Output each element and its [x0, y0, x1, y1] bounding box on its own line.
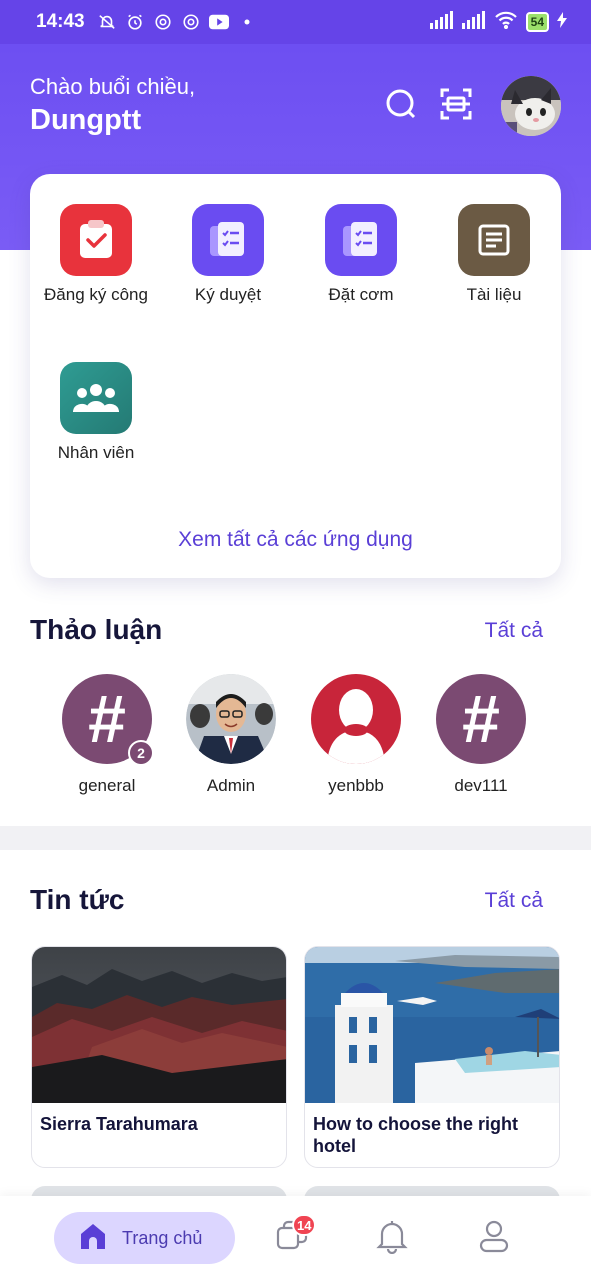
document-icon	[458, 204, 530, 276]
profile-icon	[476, 1218, 512, 1259]
news-item-title: How to choose the right hotel	[313, 1114, 518, 1156]
news-image	[305, 947, 559, 1103]
discussion-item-dev111[interactable]: # dev111	[431, 674, 531, 796]
privacy-icon	[181, 12, 201, 32]
status-time: 14:43	[36, 11, 85, 32]
news-card[interactable]: How to choose the right hotel	[304, 946, 560, 1168]
hashtag-icon: # 2	[62, 674, 154, 766]
home-icon	[78, 1221, 108, 1256]
scan-button[interactable]	[436, 86, 476, 126]
apps-card: Đăng ký công Ký duyệt Đặt cơm Tài liệu N…	[30, 174, 561, 578]
view-all-apps-link[interactable]: Xem tất cả các ứng dụng	[30, 528, 561, 552]
app-ky-duyet[interactable]: Ký duyệt	[162, 204, 294, 305]
username: Dungptt	[30, 104, 142, 136]
alarm-icon	[125, 12, 145, 32]
news-title: Tin tức	[30, 884, 125, 915]
app-dang-ky-cong[interactable]: Đăng ký công	[30, 204, 162, 305]
dot-icon	[237, 12, 257, 32]
app-label: Đặt cơm	[328, 285, 394, 304]
discussions-see-all-link[interactable]: Tất cả	[485, 619, 543, 643]
app-tai-lieu[interactable]: Tài liệu	[428, 204, 560, 305]
mute-icon	[97, 12, 117, 32]
scan-icon	[439, 87, 473, 126]
discussion-name: dev111	[454, 776, 508, 795]
people-icon	[60, 362, 132, 434]
search-icon	[384, 87, 418, 126]
discussion-name: Admin	[206, 776, 256, 795]
bottom-navigation: Trang chủ 14	[0, 1196, 591, 1280]
bell-icon	[374, 1218, 410, 1259]
profile-avatar[interactable]	[501, 76, 561, 136]
nav-chat-tab[interactable]: 14	[270, 1214, 317, 1260]
app-label: Ký duyệt	[194, 285, 262, 304]
nav-home-tab[interactable]: Trang chủ	[54, 1212, 235, 1264]
section-divider	[0, 826, 591, 850]
unread-badge: 2	[128, 740, 154, 766]
clipboard-check-icon	[60, 204, 132, 276]
signal-icon	[429, 10, 454, 34]
nav-home-label: Trang chủ	[122, 1227, 203, 1248]
avatar	[311, 674, 401, 764]
battery-icon: 54	[525, 12, 549, 32]
news-card[interactable]: Sierra Tarahumara	[31, 946, 287, 1168]
hashtag-icon: #	[436, 674, 526, 764]
news-item-title: Sierra Tarahumara	[40, 1114, 198, 1134]
document-list-icon	[192, 204, 264, 276]
document-list-icon	[325, 204, 397, 276]
app-dat-com[interactable]: Đặt cơm	[295, 204, 427, 305]
app-label: Tài liệu	[466, 285, 522, 304]
news-image	[32, 947, 286, 1103]
charging-icon	[557, 11, 567, 33]
search-button[interactable]	[381, 86, 421, 126]
privacy-icon	[153, 12, 173, 32]
youtube-icon	[208, 12, 229, 32]
discussion-name: yenbbb	[328, 776, 384, 795]
discussion-item-admin[interactable]: Admin	[181, 674, 281, 796]
discussion-item-general[interactable]: # 2 general	[57, 674, 157, 796]
discussion-name: general	[78, 776, 136, 795]
signal-icon	[461, 10, 486, 34]
greeting-text: Chào buổi chiều,	[30, 74, 196, 99]
nav-notifications-tab[interactable]	[370, 1216, 414, 1260]
discussion-item-yenbbb[interactable]: yenbbb	[306, 674, 406, 796]
app-label: Đăng ký công	[44, 285, 148, 304]
news-see-all-link[interactable]: Tất cả	[485, 889, 543, 913]
status-bar: 14:43 54	[0, 0, 591, 44]
app-nhan-vien[interactable]: Nhân viên	[30, 362, 162, 463]
chat-badge: 14	[292, 1214, 317, 1236]
avatar	[186, 674, 276, 764]
discussions-title: Thảo luận	[30, 614, 163, 645]
app-label: Nhân viên	[57, 443, 135, 462]
nav-profile-tab[interactable]	[472, 1216, 516, 1260]
wifi-icon	[494, 11, 518, 34]
